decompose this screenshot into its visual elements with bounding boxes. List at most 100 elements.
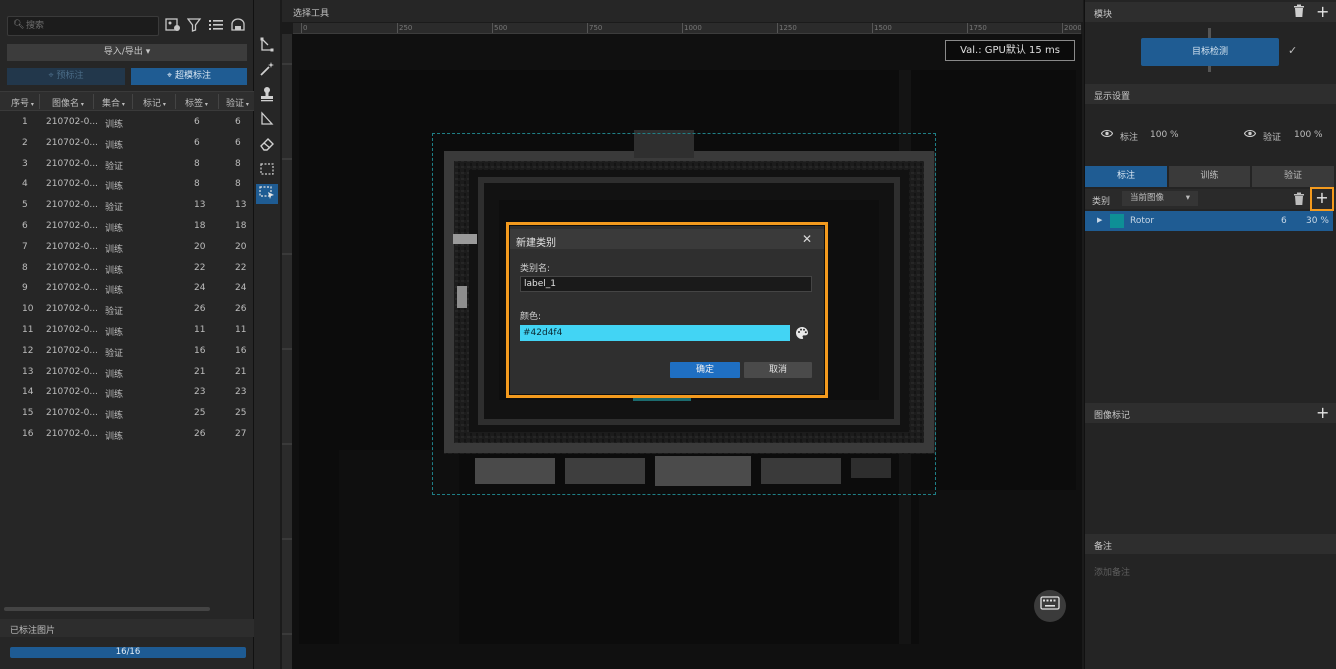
display-label-opacity[interactable]: 100 % bbox=[1150, 130, 1179, 140]
horizontal-ruler: 0 250 500 750 1000 1250 1500 1750 2000 bbox=[293, 23, 1081, 34]
column-header-set[interactable]: 集合 ▾ bbox=[102, 96, 125, 109]
eraser-icon[interactable] bbox=[256, 136, 278, 156]
expand-arrow-icon[interactable]: ▶ bbox=[1097, 216, 1102, 224]
table-row[interactable]: 3 210702-0... 验证 8 8 bbox=[0, 154, 254, 175]
class-color-swatch[interactable] bbox=[1110, 214, 1124, 228]
import-export-button[interactable]: 导入/导出 ▾ bbox=[7, 44, 247, 61]
magic-wand-icon[interactable] bbox=[256, 61, 278, 81]
table-row[interactable]: 6 210702-0... 训练 18 18 bbox=[0, 216, 254, 237]
tab-train[interactable]: 训练 bbox=[1169, 166, 1250, 187]
add-class-button[interactable]: + bbox=[1310, 187, 1334, 211]
table-cell: 27 bbox=[235, 429, 247, 439]
table-cell: 25 bbox=[235, 408, 247, 419]
table-row[interactable]: 1 210702-0... 训练 6 6 bbox=[0, 112, 254, 133]
delete-class-icon[interactable] bbox=[1293, 192, 1307, 208]
progress-text: 16/16 bbox=[115, 647, 141, 657]
rect-select-icon[interactable] bbox=[256, 161, 278, 181]
table-cell: 13 bbox=[194, 200, 206, 211]
class-list-item[interactable]: ▶ Rotor 6 30 % bbox=[1085, 211, 1333, 231]
table-cell: 210702-0... bbox=[46, 387, 98, 398]
notes-header: 备注 bbox=[1085, 534, 1336, 554]
table-row[interactable]: 7 210702-0... 训练 20 20 bbox=[0, 237, 254, 258]
eye-icon[interactable] bbox=[1100, 129, 1114, 141]
table-cell: 210702-0... bbox=[46, 200, 98, 211]
module-title: 模块 bbox=[1094, 10, 1113, 20]
table-cell: 10 bbox=[22, 304, 34, 315]
table-cell: 24 bbox=[235, 283, 247, 294]
add-module-icon[interactable]: + bbox=[1316, 2, 1329, 21]
class-percent: 30 % bbox=[1306, 216, 1329, 226]
table-row[interactable]: 15 210702-0... 训练 25 25 bbox=[0, 403, 254, 424]
table-row[interactable]: 9 210702-0... 训练 24 24 bbox=[0, 278, 254, 299]
gallery-view-icon[interactable] bbox=[229, 18, 247, 34]
add-tag-icon[interactable]: + bbox=[1316, 403, 1329, 422]
table-row[interactable]: 10 210702-0... 验证 26 26 bbox=[0, 299, 254, 320]
table-cell: 验证 bbox=[105, 161, 124, 172]
notes-input[interactable]: 添加备注 bbox=[1094, 565, 1130, 578]
table-cell: 5 bbox=[22, 200, 28, 211]
image-tags-header: 图像标记 bbox=[1085, 403, 1336, 423]
table-row[interactable]: 16 210702-0... 训练 26 27 bbox=[0, 424, 254, 445]
table-cell: 训练 bbox=[105, 390, 124, 401]
class-scope-select[interactable]: 当前图像 ▾ bbox=[1122, 191, 1198, 206]
table-cell: 13 bbox=[22, 366, 34, 377]
prelabel-label: 预标注 bbox=[56, 71, 84, 81]
stamp-tool-icon[interactable] bbox=[256, 86, 278, 106]
table-cell: 26 bbox=[194, 429, 206, 439]
table-cell: 210702-0... bbox=[46, 345, 98, 356]
table-row[interactable]: 14 210702-0... 训练 23 23 bbox=[0, 382, 254, 403]
search-input[interactable] bbox=[26, 19, 154, 33]
table-row[interactable]: 5 210702-0... 验证 13 13 bbox=[0, 195, 254, 216]
column-header-labels[interactable]: 标签 ▾ bbox=[185, 96, 208, 109]
superlabel-label: 超模标注 bbox=[174, 71, 211, 81]
table-cell: 210702-0... bbox=[46, 221, 98, 231]
labeled-images-header: 已标注图片 bbox=[0, 619, 254, 637]
keyboard-shortcuts-icon[interactable] bbox=[1034, 590, 1066, 622]
polygon-tool-icon[interactable] bbox=[256, 37, 278, 57]
table-cell: 验证 bbox=[105, 348, 124, 359]
table-cell: 7 bbox=[22, 241, 28, 252]
object-detection-module-button[interactable]: 目标检测 bbox=[1141, 38, 1279, 66]
eye-icon-verify[interactable] bbox=[1243, 129, 1257, 141]
table-cell: 16 bbox=[235, 345, 247, 356]
filter-icon[interactable] bbox=[186, 18, 204, 34]
horizontal-scrollbar[interactable] bbox=[4, 607, 210, 611]
select-tool-icon[interactable] bbox=[256, 184, 278, 204]
prelabel-button[interactable]: ⌖ 预标注 bbox=[7, 68, 125, 85]
search-box[interactable]: 🔍︎ bbox=[7, 16, 159, 36]
polyline-tool-icon[interactable] bbox=[256, 111, 278, 131]
table-cell: 6 bbox=[235, 117, 241, 127]
table-cell: 210702-0... bbox=[46, 408, 98, 419]
table-cell: 18 bbox=[194, 221, 206, 231]
table-row[interactable]: 4 210702-0... 训练 8 8 bbox=[0, 174, 254, 195]
tab-verify[interactable]: 验证 bbox=[1252, 166, 1334, 187]
table-cell: 8 bbox=[235, 158, 241, 169]
list-view-icon[interactable] bbox=[207, 18, 225, 34]
module-connector-bottom bbox=[1208, 66, 1211, 72]
table-cell: 16 bbox=[22, 429, 34, 439]
table-row[interactable]: 13 210702-0... 训练 21 21 bbox=[0, 362, 254, 383]
display-verify-opacity[interactable]: 100 % bbox=[1294, 130, 1323, 140]
table-row[interactable]: 11 210702-0... 训练 11 11 bbox=[0, 320, 254, 341]
tab-label[interactable]: 标注 bbox=[1085, 166, 1167, 187]
column-header-mark[interactable]: 标记 ▾ bbox=[143, 96, 166, 109]
column-header-index[interactable]: 序号 ▾ bbox=[11, 96, 34, 109]
trash-icon[interactable] bbox=[1293, 4, 1307, 20]
table-cell: 12 bbox=[22, 345, 34, 356]
column-header-verify[interactable]: 验证 ▾ bbox=[226, 96, 249, 109]
table-cell: 训练 bbox=[105, 369, 124, 380]
table-cell: 210702-0... bbox=[46, 158, 98, 169]
table-cell: 210702-0... bbox=[46, 304, 98, 315]
table-row[interactable]: 12 210702-0... 验证 16 16 bbox=[0, 341, 254, 362]
image-filter-icon[interactable] bbox=[164, 18, 182, 34]
table-row[interactable]: 8 210702-0... 训练 22 22 bbox=[0, 258, 254, 279]
column-header-image-name[interactable]: 图像名 ▾ bbox=[52, 96, 84, 109]
superlabel-button[interactable]: ⌖ 超模标注 bbox=[131, 68, 247, 85]
table-row[interactable]: 2 210702-0... 训练 6 6 bbox=[0, 133, 254, 154]
search-icon: 🔍︎ bbox=[13, 20, 25, 30]
table-cell: 21 bbox=[235, 366, 247, 377]
notes-title: 备注 bbox=[1094, 542, 1113, 552]
table-cell: 验证 bbox=[105, 307, 124, 318]
table-cell: 1 bbox=[22, 117, 28, 127]
table-cell: 6 bbox=[22, 221, 28, 231]
